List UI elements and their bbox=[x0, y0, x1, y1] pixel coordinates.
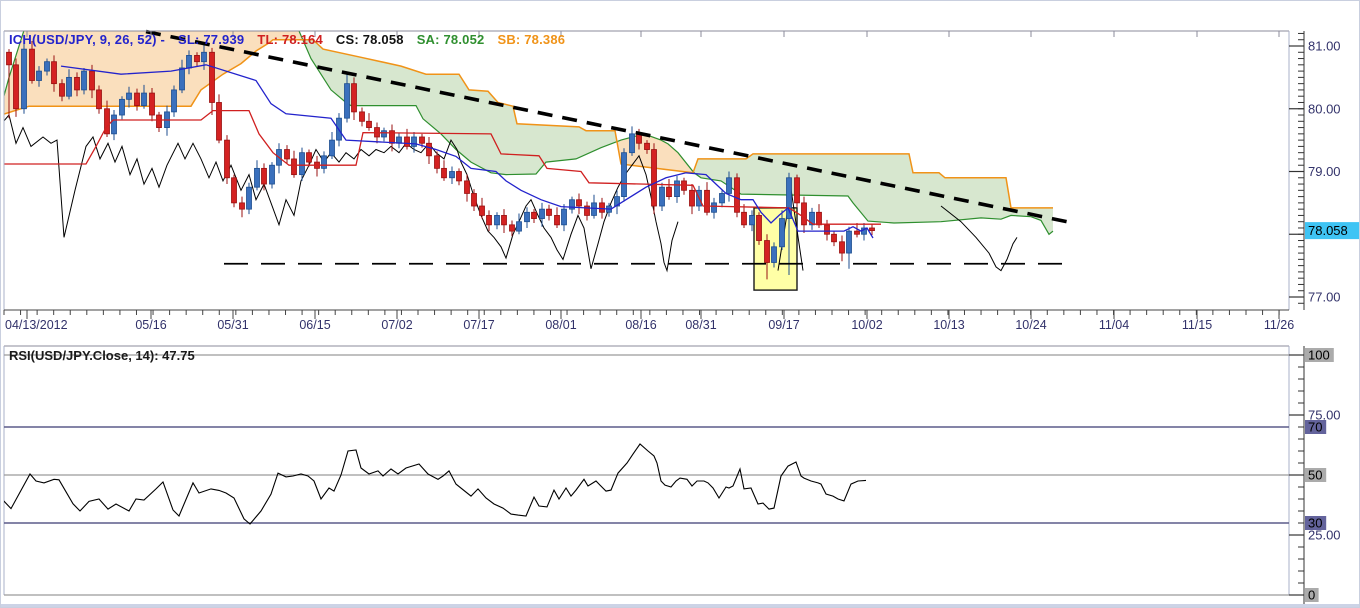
price-axis-label: 77.00 bbox=[1308, 290, 1341, 305]
price-axis-label: 80.00 bbox=[1308, 101, 1341, 116]
date-axis: 04/13/2012 05/16 05/31 06/15 07/02 07/17 08/01… bbox=[4, 310, 1294, 332]
price-axis-label: 81.00 bbox=[1308, 39, 1341, 54]
rsi-axis-label: 100 bbox=[1308, 348, 1330, 363]
trading-chart-window: ICH(USD/JPY, 9, 26, 52) -SL: 77.939TL: 7… bbox=[0, 0, 1360, 608]
date-axis-label: 10/24 bbox=[1015, 318, 1046, 332]
price-axis[interactable]: 77.0078.0079.0080.0081.0078.058 bbox=[1289, 31, 1359, 310]
date-axis-label: 06/15 bbox=[299, 318, 330, 332]
date-axis-label: 07/17 bbox=[463, 318, 494, 332]
date-axis-label: 09/17 bbox=[768, 318, 799, 332]
date-axis-label: 07/02 bbox=[381, 318, 412, 332]
date-axis-label: 11/15 bbox=[1182, 318, 1212, 332]
date-axis-label: 08/01 bbox=[545, 318, 576, 332]
date-axis-label: 05/31 bbox=[217, 318, 248, 332]
date-axis-label: 10/02 bbox=[851, 318, 882, 332]
current-price-tag-label: 78.058 bbox=[1308, 223, 1348, 238]
date-axis-label: 08/16 bbox=[625, 318, 656, 332]
rsi-axis-label: 70 bbox=[1308, 420, 1322, 435]
rsi-axis-label: 50 bbox=[1308, 468, 1322, 483]
main-panel[interactable] bbox=[1, 24, 1289, 310]
trendline-layer[interactable] bbox=[146, 32, 1073, 264]
rsi-axis-label: 0 bbox=[1308, 588, 1315, 603]
price-axis-label: 79.00 bbox=[1308, 164, 1341, 179]
rsi-grid-layer bbox=[4, 346, 1289, 595]
date-axis-label: 11/26 bbox=[1264, 318, 1294, 332]
main-chart-svg[interactable]: 04/13/2012 05/16 05/31 06/15 07/02 07/17 08/01… bbox=[1, 1, 1360, 608]
date-axis-label: 08/31 bbox=[685, 318, 716, 332]
rsi-line bbox=[1, 444, 866, 524]
date-axis-label: 04/13/2012 bbox=[5, 318, 68, 332]
bottom-border-strip bbox=[1, 604, 1360, 608]
rsi-axis[interactable]: 10075.0070503025.000 bbox=[1289, 346, 1341, 605]
trendline-annotation[interactable] bbox=[146, 32, 1073, 223]
date-axis-label: 10/13 bbox=[933, 318, 964, 332]
date-axis-label: 05/16 bbox=[135, 318, 166, 332]
date-axis-label: 11/04 bbox=[1099, 318, 1129, 332]
rsi-axis-label: 25.00 bbox=[1308, 528, 1341, 543]
rsi-line-layer bbox=[1, 444, 866, 524]
rsi-panel[interactable] bbox=[1, 346, 1289, 595]
